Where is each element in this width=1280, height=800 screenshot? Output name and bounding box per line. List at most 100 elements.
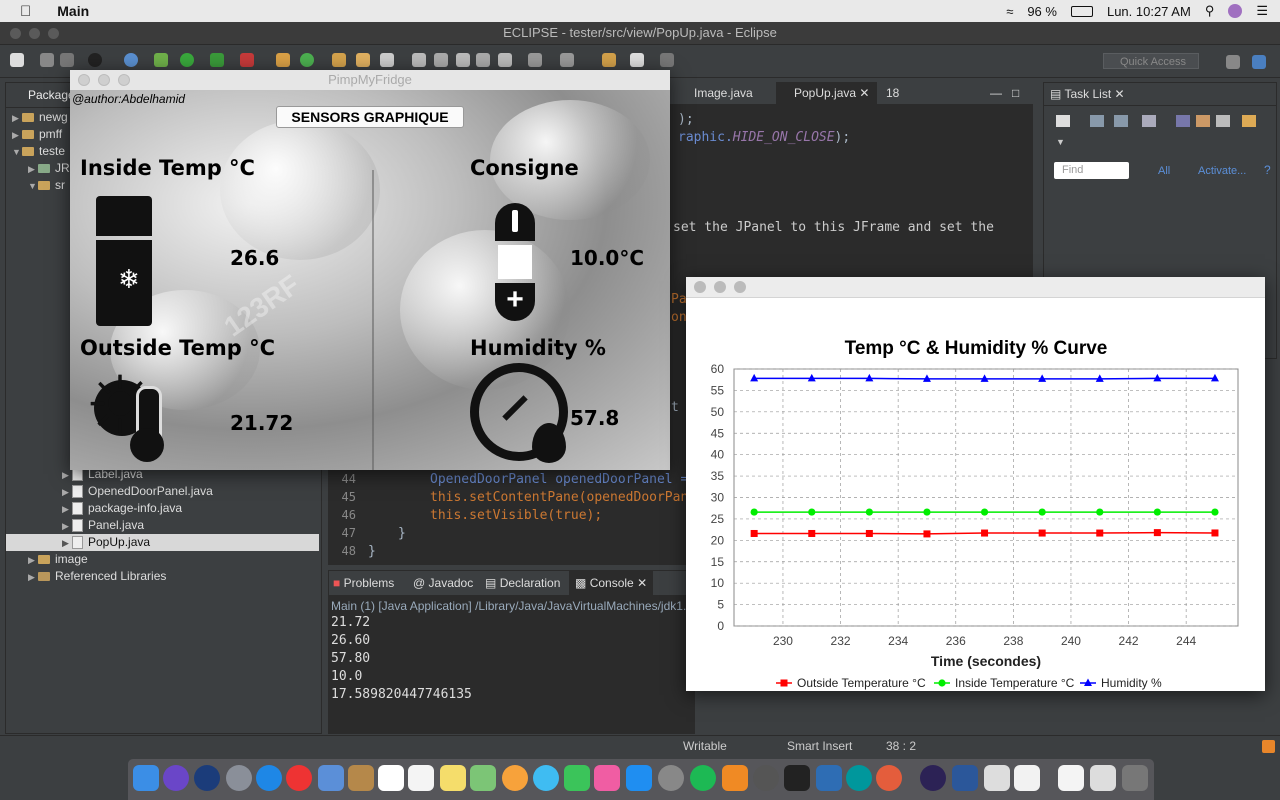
minimize-view-icon[interactable] xyxy=(1216,115,1230,127)
reminders-icon[interactable] xyxy=(408,765,434,791)
tree-item[interactable]: ▶ newg xyxy=(12,109,68,126)
sublime-icon[interactable] xyxy=(722,765,748,791)
save-icon[interactable] xyxy=(40,53,54,67)
rss-icon[interactable] xyxy=(1262,740,1275,753)
task-all-link[interactable]: All xyxy=(1158,165,1170,177)
photos-icon[interactable] xyxy=(502,765,528,791)
minimize-window-button[interactable] xyxy=(98,74,110,86)
close-window-button[interactable] xyxy=(10,28,21,39)
tree-item[interactable]: ▶ image xyxy=(28,551,88,568)
prev-annotation-icon[interactable] xyxy=(560,53,574,67)
debug-run-icon[interactable] xyxy=(154,53,168,67)
battery-icon[interactable] xyxy=(1070,5,1093,17)
caret-right-icon[interactable]: ▶ xyxy=(28,552,38,569)
zoom-window-button[interactable] xyxy=(48,28,59,39)
new-task-icon[interactable] xyxy=(1056,115,1070,127)
quick-access-input[interactable]: Quick Access xyxy=(1103,53,1199,69)
skip-breakpoints-icon[interactable] xyxy=(124,53,138,67)
minimize-view-icon[interactable]: — xyxy=(990,86,1002,100)
new-file-icon[interactable] xyxy=(10,53,24,67)
safari-icon[interactable] xyxy=(256,765,282,791)
script-editor-icon[interactable] xyxy=(984,765,1010,791)
focus-icon[interactable] xyxy=(1196,115,1210,127)
open-task-icon[interactable] xyxy=(356,53,370,67)
downloads-stack-icon[interactable] xyxy=(1090,765,1116,791)
view-menu-icon[interactable]: ▼ xyxy=(1056,137,1065,147)
tree-item-selected[interactable]: ▶ PopUp.java xyxy=(6,534,319,551)
notefile-icon[interactable] xyxy=(348,765,374,791)
close-window-button[interactable] xyxy=(78,74,90,86)
decrement-button[interactable] xyxy=(495,203,535,241)
minimize-window-button[interactable] xyxy=(29,28,40,39)
tab-overflow[interactable]: 18 xyxy=(868,82,907,104)
new-java-project-icon[interactable] xyxy=(276,53,290,67)
open-type-icon[interactable] xyxy=(332,53,346,67)
trash-icon[interactable] xyxy=(1122,765,1148,791)
block-select-icon[interactable] xyxy=(456,53,470,67)
app-icon[interactable] xyxy=(194,765,220,791)
app-menu-name[interactable]: Main xyxy=(57,3,89,19)
task-activate-link[interactable]: Activate... xyxy=(1198,165,1246,177)
wifi-icon[interactable]: ≈ xyxy=(1006,4,1013,19)
app-store-icon[interactable] xyxy=(626,765,652,791)
arduino-icon[interactable] xyxy=(846,765,872,791)
tree-item[interactable]: ▶ package-info.java xyxy=(62,500,182,517)
scheduled-icon[interactable] xyxy=(1114,115,1128,127)
close-tab-icon[interactable]: ✕ xyxy=(1115,87,1125,101)
save-all-icon[interactable] xyxy=(60,53,74,67)
notification-center-icon[interactable]: ☰ xyxy=(1256,3,1268,19)
tab-problems[interactable]: ■ Problems xyxy=(333,571,394,595)
zoom-window-button[interactable] xyxy=(734,281,746,293)
java-icon[interactable] xyxy=(1014,765,1040,791)
caret-down-icon[interactable]: ▼ xyxy=(12,144,22,161)
tab-declaration[interactable]: ▤ Declaration xyxy=(485,571,560,595)
eclipse-icon[interactable] xyxy=(920,765,946,791)
tree-item[interactable]: ▶ JR xyxy=(28,160,70,177)
back-icon[interactable] xyxy=(630,53,644,67)
caret-right-icon[interactable]: ▶ xyxy=(28,569,38,586)
java-perspective-icon[interactable] xyxy=(1252,55,1266,69)
word-icon[interactable] xyxy=(952,765,978,791)
maximize-view-icon[interactable]: □ xyxy=(1012,86,1019,100)
system-preferences-icon[interactable] xyxy=(658,765,684,791)
tab-javadoc[interactable]: @ Javadoc xyxy=(413,571,473,595)
debug-icon[interactable] xyxy=(88,53,102,67)
caret-right-icon[interactable]: ▶ xyxy=(12,110,22,127)
last-edit-icon[interactable] xyxy=(602,53,616,67)
notes-icon[interactable] xyxy=(440,765,466,791)
maximize-view-icon[interactable] xyxy=(1242,115,1256,127)
launchpad-icon[interactable] xyxy=(226,765,252,791)
document-icon[interactable] xyxy=(1058,765,1084,791)
next-annotation-icon[interactable] xyxy=(528,53,542,67)
increment-button[interactable]: + xyxy=(495,283,535,321)
messages-icon[interactable] xyxy=(533,765,559,791)
toggle-mark-icon[interactable] xyxy=(434,53,448,67)
spotify-icon[interactable] xyxy=(690,765,716,791)
maps-icon[interactable] xyxy=(470,765,496,791)
show-whitespace-icon[interactable] xyxy=(476,53,490,67)
coverage-icon[interactable] xyxy=(210,53,224,67)
caret-right-icon[interactable]: ▶ xyxy=(62,518,72,535)
calendar-icon[interactable] xyxy=(378,765,404,791)
open-perspective-icon[interactable] xyxy=(1226,55,1240,69)
caret-right-icon[interactable]: ▶ xyxy=(62,535,72,552)
columns-icon[interactable] xyxy=(498,53,512,67)
tab-popup-java[interactable]: PopUp.java ✕ xyxy=(776,82,878,104)
spotlight-icon[interactable]: ⚲ xyxy=(1205,3,1215,19)
external-tools-icon[interactable] xyxy=(240,53,254,67)
close-window-button[interactable] xyxy=(694,281,706,293)
apple-icon[interactable]:  xyxy=(20,3,31,20)
task-find-input[interactable]: Find xyxy=(1054,162,1129,179)
tree-item[interactable]: ▶ Referenced Libraries xyxy=(28,568,166,585)
run-icon[interactable] xyxy=(180,53,194,67)
chart-window-titlebar[interactable] xyxy=(686,277,1265,298)
caret-down-icon[interactable]: ▼ xyxy=(28,178,38,195)
categorize-icon[interactable] xyxy=(1090,115,1104,127)
task-list-tabbar[interactable]: ▤ Task List ✕ xyxy=(1044,83,1276,106)
annotation-icon[interactable] xyxy=(412,53,426,67)
close-tab-icon[interactable]: ✕ xyxy=(637,576,647,590)
caret-right-icon[interactable]: ▶ xyxy=(62,501,72,518)
itunes-icon[interactable] xyxy=(594,765,620,791)
caret-right-icon[interactable]: ▶ xyxy=(28,161,38,178)
tree-item[interactable]: ▼ teste xyxy=(12,143,65,160)
